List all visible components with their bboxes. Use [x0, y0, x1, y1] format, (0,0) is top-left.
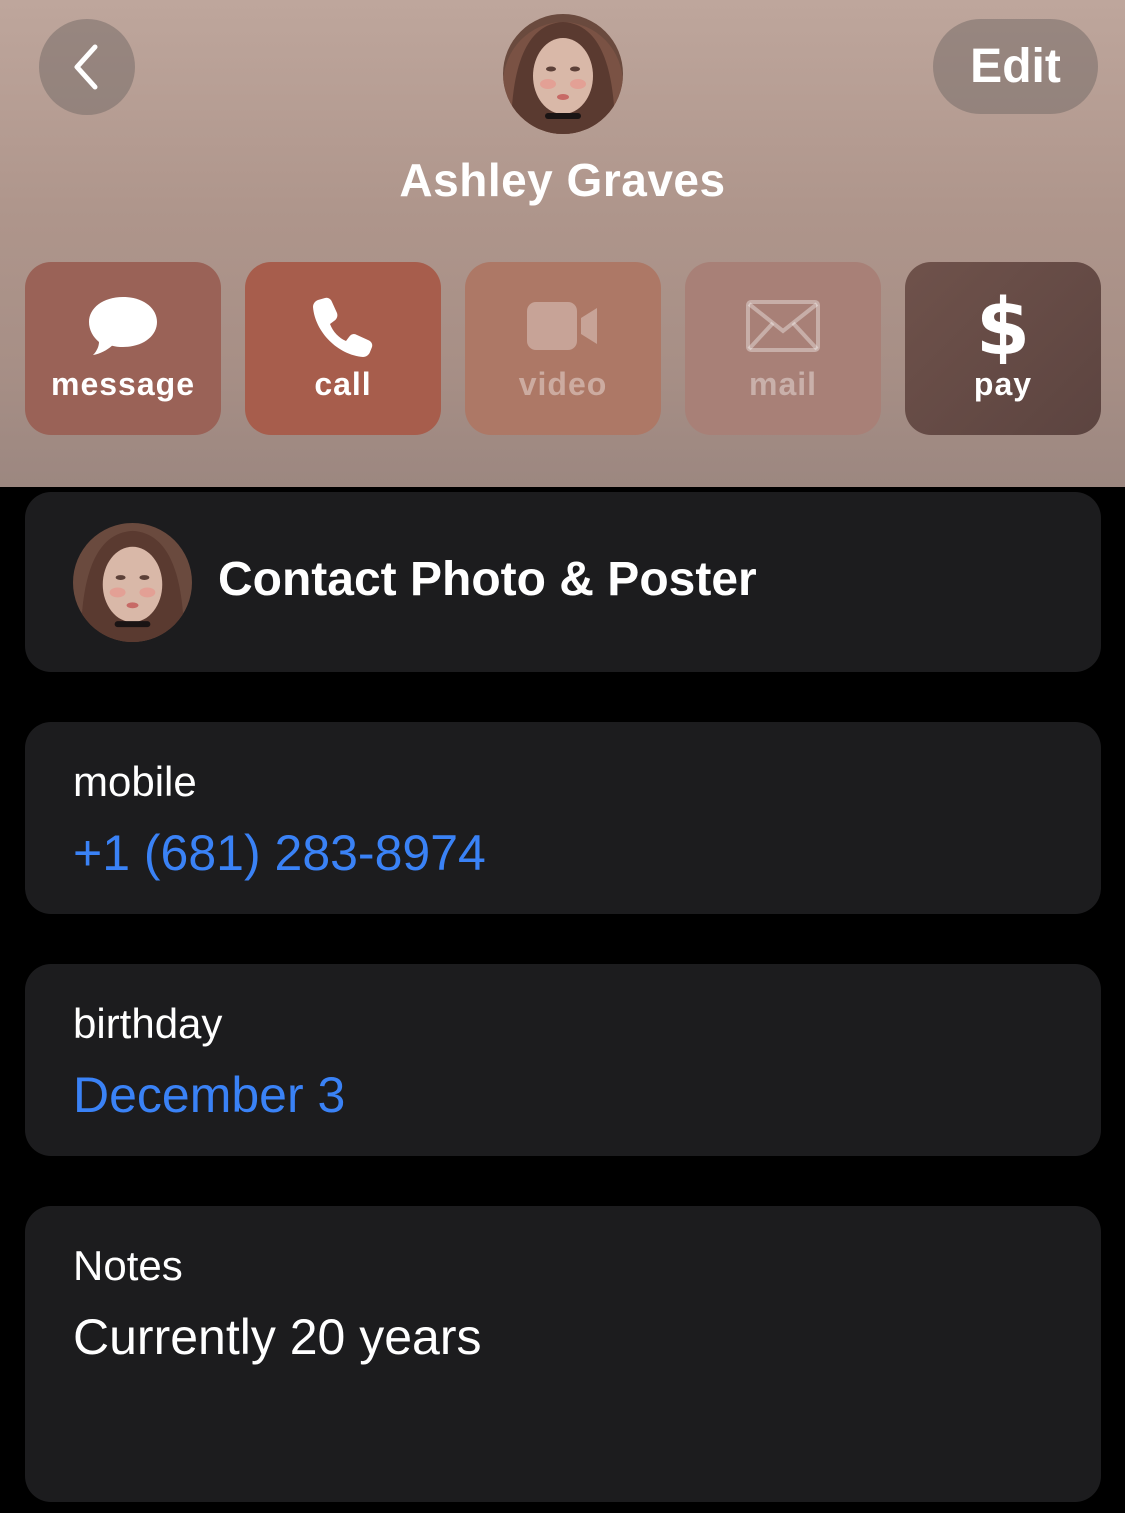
dollar-icon: $: [978, 288, 1028, 364]
message-button[interactable]: message: [25, 262, 221, 435]
contact-header: Edit Ashley Graves message call video ma…: [0, 0, 1125, 487]
message-bubble-icon: [89, 297, 157, 355]
avatar-portrait-image: [73, 523, 192, 642]
chevron-left-icon: [74, 44, 98, 90]
contact-name: Ashley Graves: [399, 154, 726, 206]
pay-label: pay: [973, 366, 1033, 402]
mobile-number-link[interactable]: +1 (681) 283-8974: [73, 824, 486, 882]
contact-photo-thumbnail: [73, 523, 192, 642]
pay-button[interactable]: $ pay: [905, 262, 1101, 435]
notes-label: Notes: [73, 1242, 183, 1289]
quick-actions: message call video mail $ pay: [25, 262, 1101, 435]
message-label: message: [51, 366, 195, 402]
notes-card[interactable]: Notes Currently 20 years: [25, 1206, 1101, 1502]
contact-detail-screen: Edit Ashley Graves message call video ma…: [0, 0, 1125, 1513]
envelope-icon: [746, 300, 820, 352]
back-button[interactable]: [39, 19, 135, 115]
video-button[interactable]: video: [465, 262, 661, 435]
birthday-field-card: birthday December 3: [25, 964, 1101, 1156]
contact-photo-poster-row[interactable]: Contact Photo & Poster: [25, 492, 1101, 672]
svg-text:$: $: [978, 288, 1028, 364]
birthday-label: birthday: [73, 1000, 223, 1047]
edit-button[interactable]: Edit: [933, 19, 1098, 114]
birthday-value-link[interactable]: December 3: [73, 1066, 345, 1124]
mail-button[interactable]: mail: [685, 262, 881, 435]
avatar-portrait-image: [503, 14, 623, 134]
call-label: call: [314, 366, 372, 402]
mobile-label: mobile: [73, 758, 197, 805]
call-button[interactable]: call: [245, 262, 441, 435]
video-camera-icon: [527, 302, 597, 350]
notes-text: Currently 20 years: [73, 1309, 482, 1365]
contact-photo-poster-label: Contact Photo & Poster: [218, 553, 757, 606]
phone-icon: [313, 297, 373, 357]
video-label: video: [518, 366, 608, 402]
contact-avatar[interactable]: [503, 14, 623, 134]
mail-label: mail: [748, 366, 818, 402]
mobile-field-card: mobile +1 (681) 283-8974: [25, 722, 1101, 914]
